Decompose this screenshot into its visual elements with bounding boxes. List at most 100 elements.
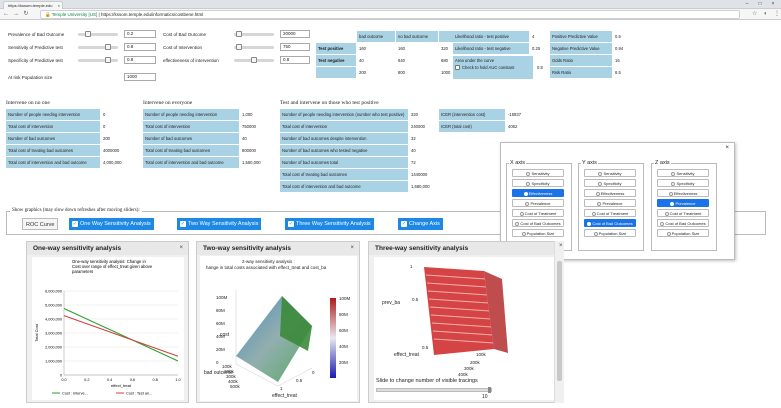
- axis-option[interactable]: Cost of Bad Outcomes: [584, 219, 636, 227]
- table-header-row: bad outcome no bad outcome: [316, 31, 467, 42]
- back-icon[interactable]: ←: [2, 10, 10, 18]
- cost-input[interactable]: 750: [280, 43, 310, 51]
- axis-option[interactable]: Cost of Treatment: [584, 209, 636, 217]
- table-cell: 1440000: [409, 169, 432, 180]
- three-way-chart-area[interactable]: 1 prev_ba 0.5 0.5 effect_treat 100k 200k…: [374, 257, 560, 400]
- table-cell: 0: [101, 109, 127, 120]
- extension-icon[interactable]: ◐: [764, 10, 768, 18]
- bookmark-star-icon[interactable]: ☆: [752, 10, 757, 18]
- one-way-chart-area: One-way sensitivity analysis: Change in C…: [32, 257, 184, 400]
- auc-checkbox[interactable]: [455, 65, 460, 71]
- cost-input[interactable]: 0.8: [280, 56, 310, 64]
- axis-option[interactable]: Specificity: [657, 179, 709, 187]
- tab-close-icon[interactable]: ×: [58, 2, 60, 9]
- two-way-close-icon[interactable]: ×: [350, 242, 354, 255]
- axis-option[interactable]: Population Size: [584, 229, 636, 237]
- axis-option[interactable]: Prevalence: [657, 199, 709, 207]
- axis-option[interactable]: Cost of Treatment: [657, 209, 709, 217]
- x-tick-label: 0.8: [153, 378, 158, 382]
- axis-option[interactable]: Cost of Bad Outcomes: [512, 219, 564, 227]
- graphics-legend: Show graphics (may slow down refreshes a…: [10, 208, 142, 213]
- x-tick: 0.5: [296, 378, 303, 383]
- axis-popup-close-icon[interactable]: ×: [725, 145, 729, 151]
- browser-tab[interactable]: https://kssom.temple.edu ×: [3, 1, 63, 9]
- table-row: Risk Ratio 8.5: [550, 67, 626, 78]
- panel-scrollbar[interactable]: [554, 241, 564, 403]
- axis-option[interactable]: Population Size: [657, 229, 709, 237]
- scrollbar-thumb[interactable]: [557, 261, 562, 381]
- window-close-icon[interactable]: ×: [768, 0, 778, 8]
- axis-option[interactable]: Sensitivity: [584, 169, 636, 177]
- radio-icon: [666, 231, 671, 236]
- table-row: Number of bad outcomes despite intervent…: [280, 133, 432, 144]
- two-way-chart-area[interactable]: 2-way sensitivity analysis : hange in to…: [200, 256, 357, 401]
- param-slider[interactable]: [78, 57, 118, 63]
- table-row: Likelihood ratio - test negative 0.25: [453, 43, 543, 54]
- slider-handle[interactable]: [251, 57, 257, 63]
- param-input[interactable]: 0.8: [124, 56, 156, 64]
- param-input[interactable]: 0.8: [124, 43, 156, 51]
- param-slider[interactable]: [78, 31, 118, 37]
- axis-option[interactable]: Effectiveness: [657, 189, 709, 197]
- cost-slider[interactable]: [234, 57, 274, 63]
- maximize-icon[interactable]: □: [755, 0, 765, 8]
- y-axis-title: Y axis: [581, 160, 598, 166]
- radio-icon: [664, 211, 669, 216]
- one-way-toggle[interactable]: ✓ One Way Sensitivity Analysis: [69, 218, 154, 230]
- slider-handle[interactable]: [105, 57, 111, 63]
- axis-option[interactable]: Sensitivity: [512, 169, 564, 177]
- test-positive-title: Test and intervene on those who test pos…: [280, 100, 379, 106]
- cost-slider[interactable]: [234, 31, 274, 37]
- table-row: Total cost of intervention and bad outco…: [6, 157, 127, 168]
- slider-handle[interactable]: [236, 44, 242, 50]
- change-axis-toggle[interactable]: ✓ Change Axis: [398, 218, 443, 230]
- table-cell: Negative Predictive Value: [550, 43, 612, 54]
- axis-option-label: Cost of Treatment: [669, 211, 702, 216]
- y-tick-label: 0: [60, 374, 62, 378]
- axis-option[interactable]: Effectiveness: [584, 189, 636, 197]
- forward-icon[interactable]: →: [12, 10, 20, 18]
- table-cell: 320: [409, 109, 432, 120]
- tracings-slider-handle[interactable]: [488, 387, 491, 393]
- axis-option[interactable]: Effectiveness: [512, 189, 564, 197]
- axis-option[interactable]: Specificity: [584, 179, 636, 187]
- slider-handle[interactable]: [236, 31, 242, 37]
- tracings-slider[interactable]: [376, 387, 492, 393]
- table-cell: 160: [357, 43, 395, 54]
- table-cell: 0.25: [530, 43, 543, 54]
- three-way-close-icon[interactable]: ×: [559, 243, 563, 249]
- three-way-toggle[interactable]: ✓ Three Way Sensitivity Analysis: [285, 218, 374, 230]
- axis-option-label: Prevalence: [530, 201, 551, 206]
- reload-icon[interactable]: ↻: [22, 10, 30, 18]
- one-way-label: One Way Sensitivity Analysis: [80, 221, 151, 227]
- auc-checkbox-row[interactable]: Check to hold AUC constant: [453, 65, 533, 71]
- param-input[interactable]: 1000: [124, 73, 156, 81]
- menu-icon[interactable]: ⋮: [774, 10, 780, 18]
- axis-option[interactable]: Sensitivity: [657, 169, 709, 177]
- one-way-panel: One-way sensitivity analysis × One-way s…: [26, 241, 189, 403]
- cost-input[interactable]: 20000: [280, 30, 310, 38]
- two-way-toggle[interactable]: ✓ Two Way Sensitivity Analysis: [177, 218, 262, 230]
- param-slider[interactable]: [78, 44, 118, 50]
- axis-option[interactable]: Population Size: [512, 229, 564, 237]
- axis-option-label: Population Size: [526, 231, 555, 236]
- table-cell: 4,000,000: [101, 157, 127, 168]
- axis-option[interactable]: Prevalence: [512, 199, 564, 207]
- axis-option[interactable]: Specificity: [512, 179, 564, 187]
- cost-slider[interactable]: [234, 44, 274, 50]
- minimize-icon[interactable]: –: [742, 0, 752, 8]
- table-cell: 200: [357, 67, 395, 78]
- slider-handle[interactable]: [105, 44, 111, 50]
- one-way-close-icon[interactable]: ×: [179, 242, 183, 255]
- param-input[interactable]: 0.2: [124, 30, 156, 38]
- roc-curve-button[interactable]: ROC Curve: [22, 218, 59, 230]
- table-cell: 800: [396, 67, 438, 78]
- table-row: Total cost of intervention 750000: [143, 121, 266, 132]
- slider-handle[interactable]: [85, 31, 91, 37]
- url-input[interactable]: 🔒 Temple University [US] | https://kssom…: [40, 10, 740, 19]
- axis-option[interactable]: Prevalence: [584, 199, 636, 207]
- y-tick-label: 3,000,000: [45, 332, 62, 336]
- axis-option[interactable]: Cost of Treatment: [512, 209, 564, 217]
- change-axis-label: Change Axis: [409, 221, 440, 227]
- axis-option[interactable]: Cost of Bad Outcomes: [657, 219, 709, 227]
